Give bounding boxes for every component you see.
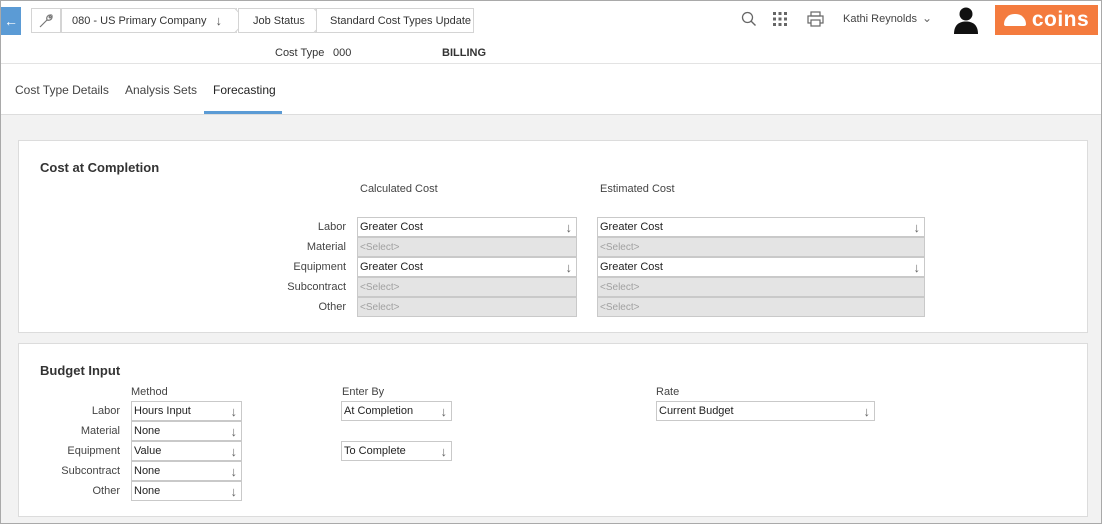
select-value: Current Budget	[659, 405, 734, 417]
cost-type-label: Cost Type	[275, 47, 325, 59]
arrow-down-icon: ↓	[440, 404, 448, 419]
row-label-subcontract: Subcontract	[287, 281, 346, 293]
grid-icon[interactable]	[773, 12, 787, 26]
enter-by-labor-select[interactable]: At Completion ↓	[341, 401, 452, 421]
breadcrumb-job-status[interactable]: Job Status	[238, 8, 327, 33]
user-name[interactable]: Kathi Reynolds	[843, 13, 917, 25]
select-value: Value	[134, 445, 162, 457]
estimated-other-select: <Select>	[597, 297, 925, 317]
record-header: Cost Type 000 BILLING	[1, 39, 1101, 64]
select-value: Greater Cost	[360, 221, 423, 233]
select-value: None	[134, 465, 161, 477]
user-avatar-icon[interactable]	[953, 6, 979, 34]
method-labor-select[interactable]: Hours Input ↓	[131, 401, 242, 421]
logo-text: coins	[1031, 8, 1090, 31]
company-label: 080 - US Primary Company	[72, 14, 207, 27]
enter-by-header: Enter By	[342, 386, 385, 398]
rate-labor-select[interactable]: Current Budget ↓	[656, 401, 875, 421]
select-value: None	[134, 425, 161, 437]
cost-type-name: BILLING	[442, 47, 486, 59]
select-value: Greater Cost	[600, 221, 663, 233]
tab-cost-type-details[interactable]: Cost Type Details	[15, 83, 109, 97]
calculated-equipment-select[interactable]: Greater Cost ↓	[357, 257, 577, 277]
cost-at-completion-panel: Cost at Completion Calculated Cost Estim…	[18, 140, 1088, 333]
rate-header: Rate	[656, 386, 680, 398]
arrow-down-icon: ↓	[230, 404, 238, 419]
arrow-down-icon: ↓	[215, 13, 223, 28]
select-value: <Select>	[360, 301, 400, 313]
search-icon[interactable]	[741, 11, 757, 27]
estimated-labor-select[interactable]: Greater Cost ↓	[597, 217, 925, 237]
method-header: Method	[131, 386, 168, 398]
arrow-down-icon: ↓	[230, 484, 238, 499]
select-value: <Select>	[600, 281, 640, 293]
arrow-down-icon: ↓	[440, 444, 448, 459]
breadcrumb-home[interactable]	[31, 8, 61, 33]
coins-logo: coins	[995, 5, 1098, 35]
row-label-labor: Labor	[317, 221, 346, 233]
select-value: Greater Cost	[360, 261, 423, 273]
page-title: Standard Cost Types Update	[330, 14, 472, 27]
select-value: At Completion	[344, 405, 414, 417]
tab-bar: Cost Type Details Analysis Sets Forecast…	[1, 64, 1101, 115]
tab-analysis-sets[interactable]: Analysis Sets	[125, 83, 197, 97]
select-value: <Select>	[360, 241, 400, 253]
arrow-down-icon: ↓	[230, 464, 238, 479]
method-subcontract-select[interactable]: None ↓	[131, 461, 242, 481]
row-label-material: Material	[80, 425, 120, 437]
row-label-labor: Labor	[91, 405, 120, 417]
calculated-other-select: <Select>	[357, 297, 577, 317]
calculated-material-select: <Select>	[357, 237, 577, 257]
select-value: <Select>	[360, 281, 400, 293]
cost-type-code: 000	[333, 47, 352, 59]
row-label-other: Other	[92, 485, 120, 497]
app-window: ← 080 - US Primary Company ↓ Job Status …	[0, 0, 1102, 524]
tab-forecasting[interactable]: Forecasting	[213, 83, 276, 97]
row-label-equipment: Equipment	[67, 445, 120, 457]
arrow-down-icon: ↓	[863, 404, 871, 419]
row-label-other: Other	[318, 301, 346, 313]
select-value: Greater Cost	[600, 261, 663, 273]
top-bar: ← 080 - US Primary Company ↓ Job Status …	[1, 1, 1101, 39]
arrow-down-icon: ↓	[230, 444, 238, 459]
estimated-subcontract-select: <Select>	[597, 277, 925, 297]
select-value: Hours Input	[134, 405, 191, 417]
breadcrumb-company[interactable]: 080 - US Primary Company ↓	[61, 8, 248, 33]
estimated-cost-header: Estimated Cost	[600, 183, 675, 195]
method-equipment-select[interactable]: Value ↓	[131, 441, 242, 461]
estimated-material-select: <Select>	[597, 237, 925, 257]
row-label-subcontract: Subcontract	[61, 465, 120, 477]
select-value: To Complete	[344, 445, 406, 457]
hardhat-icon	[1003, 14, 1026, 26]
arrow-down-icon: ↓	[565, 260, 573, 275]
calculated-labor-select[interactable]: Greater Cost ↓	[357, 217, 577, 237]
wrench-icon	[39, 13, 53, 27]
method-other-select[interactable]: None ↓	[131, 481, 242, 501]
budget-input-title: Budget Input	[40, 363, 121, 378]
arrow-down-icon: ↓	[230, 424, 238, 439]
row-label-material: Material	[306, 241, 346, 253]
row-label-equipment: Equipment	[293, 261, 346, 273]
breadcrumb-current-page: Standard Cost Types Update	[316, 8, 474, 33]
budget-input-panel: Budget Input Method Enter By Rate Labor …	[18, 343, 1088, 517]
chevron-down-icon[interactable]: ⌄	[922, 11, 932, 25]
printer-icon[interactable]	[807, 11, 824, 27]
arrow-down-icon: ↓	[913, 220, 921, 235]
select-value: <Select>	[600, 301, 640, 313]
arrow-down-icon: ↓	[565, 220, 573, 235]
calculated-cost-header: Calculated Cost	[360, 183, 438, 195]
calculated-subcontract-select: <Select>	[357, 277, 577, 297]
active-tab-indicator	[204, 111, 282, 114]
job-status-label: Job Status	[253, 14, 305, 27]
cost-at-completion-title: Cost at Completion	[40, 160, 160, 175]
arrow-down-icon: ↓	[913, 260, 921, 275]
arrow-left-icon: ←	[4, 13, 18, 29]
method-material-select[interactable]: None ↓	[131, 421, 242, 441]
estimated-equipment-select[interactable]: Greater Cost ↓	[597, 257, 925, 277]
select-value: None	[134, 485, 161, 497]
select-value: <Select>	[600, 241, 640, 253]
enter-by-equipment-select[interactable]: To Complete ↓	[341, 441, 452, 461]
back-button[interactable]: ←	[1, 7, 21, 35]
